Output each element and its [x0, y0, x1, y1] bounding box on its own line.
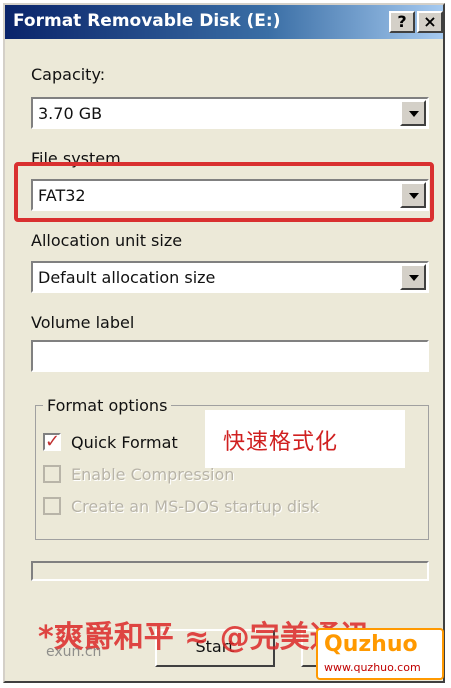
quick-format-checkbox[interactable]: ✓: [43, 431, 61, 452]
window-title: Format Removable Disk (E:): [13, 11, 281, 31]
quick-format-label: Quick Format: [71, 433, 178, 452]
capacity-label: Capacity:: [31, 65, 106, 84]
annotation-text: 快速格式化: [223, 430, 339, 455]
title-bar[interactable]: Format Removable Disk (E:) ? ×: [5, 5, 443, 39]
format-progress-bar: [31, 561, 429, 581]
chevron-down-icon[interactable]: [400, 264, 426, 290]
annotation-callout: 快速格式化: [205, 410, 405, 468]
capacity-select[interactable]: 3.70 GB: [31, 97, 429, 129]
help-button[interactable]: ?: [389, 11, 415, 33]
logo-brand: Quzhuo: [324, 632, 418, 657]
volume-label-input[interactable]: [31, 340, 429, 372]
allocation-select[interactable]: Default allocation size: [31, 261, 429, 293]
allocation-value: Default allocation size: [38, 268, 216, 287]
checkmark-icon: ✓: [45, 431, 61, 452]
format-options-title: Format options: [43, 396, 172, 415]
allocation-label: Allocation unit size: [31, 231, 183, 250]
msdos-startup-checkbox: [43, 497, 61, 515]
enable-compression-checkbox: [43, 465, 61, 483]
logo-url: www.quzhuo.com: [324, 661, 421, 674]
watermark-site: exun.cn: [46, 644, 102, 660]
close-button[interactable]: ×: [417, 11, 443, 33]
capacity-value: 3.70 GB: [38, 104, 103, 123]
site-logo: Quzhuo www.quzhuo.com: [316, 628, 444, 680]
chevron-down-icon[interactable]: [400, 100, 426, 126]
msdos-startup-label: Create an MS-DOS startup disk: [71, 497, 320, 516]
volume-label-caption: Volume label: [31, 313, 135, 332]
format-dialog: Format Removable Disk (E:) ? × Capacity:…: [3, 3, 445, 683]
file-system-highlight: [14, 162, 434, 222]
